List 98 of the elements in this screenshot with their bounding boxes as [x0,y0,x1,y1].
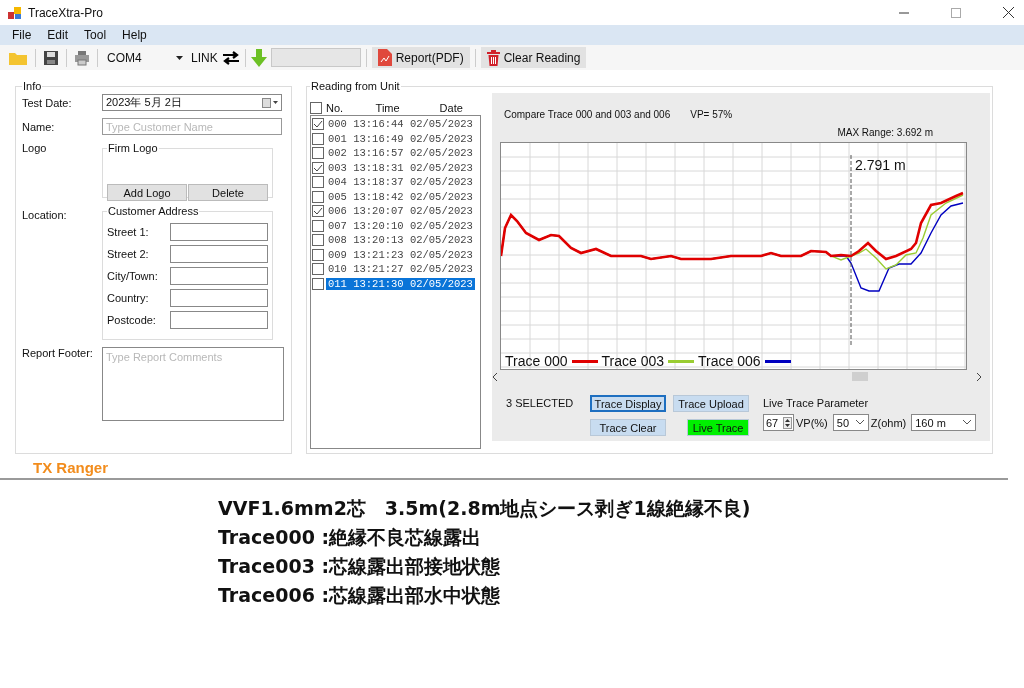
field-label: Country: [107,292,149,304]
field-label: Logo [22,142,48,154]
add-logo-button[interactable]: Add Logo [107,184,187,201]
menu-item[interactable]: File [4,28,40,42]
field-label: Postcode: [107,314,156,326]
impedance-dropdown[interactable]: 50 [832,414,869,431]
trash-icon [486,49,500,66]
field-label: Test Date: [22,96,73,109]
address-field[interactable] [170,223,268,241]
trace-button[interactable]: Trace Upload [673,395,749,412]
checkbox[interactable] [312,234,324,247]
list-item[interactable]: 010 13:21:27 02/05/2023 [326,263,475,276]
menu-item[interactable]: Help [114,28,155,42]
field-label: Street 1: [107,226,149,238]
swap-arrows-icon[interactable] [221,50,240,65]
list-item[interactable]: 001 13:16:49 02/05/2023 [326,132,475,145]
calendar-icon [262,97,278,108]
legend-label: Trace 003 [601,353,665,369]
checkbox[interactable] [312,205,324,218]
address-field[interactable] [170,289,268,307]
link-label: LINK [191,50,218,65]
group-title: Reading from Unit [310,80,401,92]
checkbox[interactable] [312,176,324,189]
field-label: Location: [22,208,68,221]
checkbox[interactable] [312,147,324,160]
list-item[interactable]: 008 13:20:13 02/05/2023 [326,234,475,247]
column-header: Date [438,102,464,114]
list-item[interactable]: 004 13:18:37 02/05/2023 [326,176,475,189]
pdf-document-icon [377,49,392,66]
compare-text: Compare Trace 000 and 003 and 006 [504,109,671,120]
checkbox[interactable] [312,118,324,131]
clear-reading-button[interactable]: Clear Reading [480,47,587,68]
date-picker[interactable]: 2023年 5月 2日 [102,94,282,111]
column-header: No. [326,102,345,114]
scroll-right-icon[interactable] [976,372,982,381]
field-label: Street 2: [107,248,149,260]
brand-text: TX Ranger [33,459,108,476]
checkbox[interactable] [312,132,324,145]
note-text: Trace003 :芯線露出部接地状態 [218,556,502,577]
cursor-distance-label: 2.791 m [855,157,906,173]
caret-icon [176,55,183,60]
column-header: Time [374,102,401,114]
trace-button[interactable]: Live Trace [687,419,749,436]
trace-button[interactable]: Trace Display [590,395,666,412]
chevron-down-icon [855,420,864,425]
chevron-down-icon [963,420,972,425]
app-icon [8,5,22,20]
field-label: Z(ohm) [870,416,907,429]
note-text: VVF1.6mm2芯 3.5m(2.8m地点シース剥ぎ1線絶縁不良) [218,498,752,519]
window-title: TraceXtra-Pro [28,5,103,20]
report-pdf-button[interactable]: Report(PDF) [371,47,470,68]
group-title: Info [22,80,43,92]
address-field[interactable] [170,245,268,263]
checkbox[interactable] [312,263,324,276]
spinner-arrows-icon [783,416,792,429]
menu-item[interactable]: Tool [76,28,115,42]
selected-count: 3 SELECTED [506,396,575,409]
field-label: City/Town: [107,270,158,282]
list-item[interactable]: 003 13:18:31 02/05/2023 [326,161,475,174]
menu-item[interactable]: Edit [39,28,77,42]
checkbox[interactable] [312,277,324,290]
group-title: Customer Address [107,205,200,217]
customer-name-field[interactable]: Type Customer Name [102,118,282,135]
trace-button[interactable]: Trace Clear [590,419,666,436]
vp-text: VP= 57% [690,109,733,120]
list-item[interactable]: 005 13:18:42 02/05/2023 [326,190,475,203]
field-label: Report Footer: [22,347,94,359]
checkbox[interactable] [312,161,324,174]
horizontal-scrollbar[interactable] [492,370,982,383]
legend-label: Trace 000 [505,353,568,369]
note-text: Trace000 :絶縁不良芯線露出 [218,527,483,548]
list-item[interactable]: 009 13:21:23 02/05/2023 [326,248,475,261]
legend-label: Trace 006 [698,353,761,369]
list-item[interactable]: 000 13:16:44 02/05/2023 [326,118,475,131]
close-icon[interactable] [1003,7,1014,18]
max-range-text: MAX Range: 3.692 m [837,127,933,138]
checkbox[interactable] [312,248,324,261]
checkbox[interactable] [312,219,324,232]
delete-button[interactable]: Delete [188,184,268,201]
field-label: VP(%) [796,416,828,429]
scroll-thumb[interactable] [852,372,868,381]
scroll-left-icon[interactable] [492,372,498,381]
list-item[interactable]: 007 13:20:10 02/05/2023 [326,219,475,232]
port-dropdown[interactable]: COM4 [103,48,187,67]
address-field[interactable] [170,311,268,329]
note-text: Trace006 :芯線露出部水中状態 [218,585,502,606]
list-item[interactable]: 006 13:20:07 02/05/2023 [326,205,475,218]
checkbox[interactable] [312,190,324,203]
list-item[interactable]: 002 13:16:57 02/05/2023 [326,147,475,160]
list-item[interactable]: 011 13:21:30 02/05/2023 [326,277,475,290]
range-dropdown[interactable]: 160 m [911,414,977,431]
live-trace-title: Live Trace Parameter [763,397,870,409]
address-field[interactable] [170,267,268,285]
vp-spinner[interactable]: 67 [763,414,794,431]
group-title: Firm Logo [107,142,159,154]
report-footer-field[interactable]: Type Report Comments [102,347,284,421]
field-label: Name: [22,120,56,133]
checkbox[interactable] [310,102,322,114]
